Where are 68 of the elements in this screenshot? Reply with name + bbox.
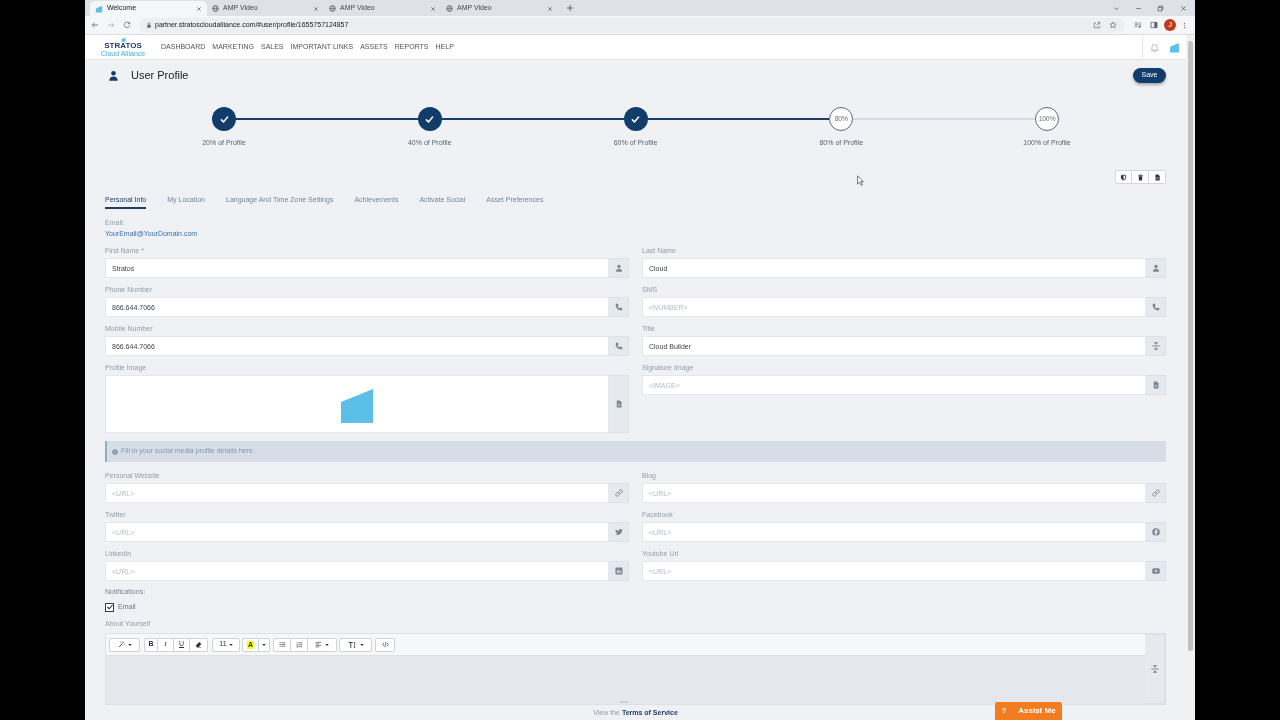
phone-icon (609, 297, 629, 317)
star-icon[interactable] (1109, 21, 1117, 29)
close-icon[interactable] (547, 5, 553, 12)
page-title: User Profile (131, 67, 189, 83)
magic-wand-button[interactable] (109, 637, 140, 652)
caret-icon (127, 642, 132, 647)
align-left-icon (315, 641, 322, 648)
linkedin-icon (609, 561, 629, 581)
shield-icon (1120, 173, 1127, 181)
image-upload-field[interactable] (105, 375, 609, 433)
close-icon[interactable] (313, 5, 319, 12)
code-view-button[interactable] (375, 637, 395, 652)
bullet-list-icon (278, 641, 286, 648)
site-favicon-icon (95, 4, 103, 13)
text-height-icon (347, 640, 356, 649)
share-icon[interactable] (1093, 21, 1101, 29)
globe-icon (212, 5, 219, 12)
sidebar-icon[interactable] (1150, 21, 1158, 29)
bird-icon (609, 522, 629, 542)
info-icon (112, 448, 118, 455)
file-icon (1146, 375, 1166, 395)
back-arrow-icon[interactable] (91, 21, 99, 29)
close-icon[interactable] (196, 5, 202, 12)
playlist-icon[interactable] (1134, 21, 1142, 29)
numbered-list-button[interactable] (291, 637, 308, 652)
bullet-list-button[interactable] (273, 637, 291, 652)
align-button[interactable] (308, 637, 337, 652)
checkbox[interactable] (105, 602, 114, 612)
delete-button[interactable] (1132, 170, 1149, 184)
app-logo-icon[interactable] (1169, 41, 1180, 53)
eraser-button[interactable] (190, 637, 208, 652)
close-icon[interactable] (1179, 4, 1187, 12)
code-icon (381, 641, 389, 648)
link-icon (609, 483, 629, 503)
document-button[interactable] (1149, 170, 1166, 184)
forward-arrow-icon[interactable] (107, 21, 115, 29)
trash-icon (1136, 173, 1144, 181)
restore-icon[interactable] (1156, 4, 1164, 12)
file-icon (1153, 173, 1161, 181)
bell-icon[interactable] (1150, 42, 1159, 52)
person-icon (1146, 258, 1166, 278)
facebook-icon (1146, 522, 1166, 542)
globe-icon (329, 5, 336, 12)
scrollbar-thumb[interactable] (1188, 41, 1193, 651)
phone-icon (1146, 297, 1166, 317)
highlight-dropdown-button[interactable] (259, 637, 270, 652)
line-height-button[interactable] (339, 637, 372, 652)
caret-icon (359, 642, 364, 647)
caret-icon (228, 642, 233, 647)
person-icon (609, 258, 629, 278)
logo-wordmark: STRATOS (104, 42, 142, 50)
link-icon (1146, 483, 1166, 503)
new-tab-icon[interactable] (566, 4, 574, 12)
eraser-icon (195, 641, 202, 648)
file-icon (609, 375, 629, 433)
user-icon (108, 69, 119, 81)
globe-icon (446, 5, 453, 12)
reload-icon[interactable] (123, 21, 131, 29)
close-icon[interactable] (430, 5, 436, 12)
lock-icon (146, 22, 152, 28)
logo-icon (120, 37, 126, 42)
phone-icon (609, 336, 629, 356)
mouse-cursor-icon (857, 175, 864, 186)
video-play-icon (1146, 561, 1166, 581)
magic-wand-icon (117, 641, 125, 648)
numbered-list-icon (295, 641, 303, 648)
more-menu-icon[interactable] (1181, 21, 1188, 29)
shield-button[interactable] (1115, 170, 1132, 184)
